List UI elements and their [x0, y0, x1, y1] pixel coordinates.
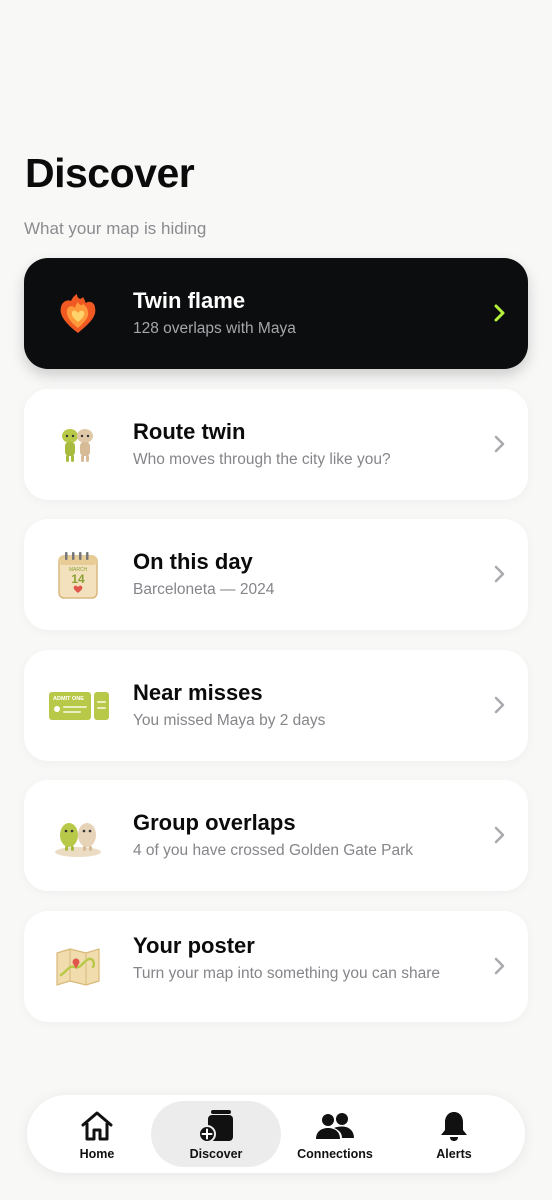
card-near-misses[interactable]: ADMIT ONE Near misses You missed Maya by… — [24, 650, 528, 761]
card-on-this-day[interactable]: MARCH 14 On this day Barceloneta — 2024 — [24, 519, 528, 630]
bottom-nav: Home Discover Connections Alerts — [27, 1095, 525, 1173]
nav-label: Alerts — [436, 1147, 472, 1161]
nav-label: Discover — [189, 1147, 243, 1161]
chevron-right-icon — [494, 696, 505, 714]
card-subtitle: Who moves through the city like you? — [133, 451, 391, 468]
page-title: Discover — [25, 150, 195, 196]
card-subtitle: 4 of you have crossed Golden Gate Park — [133, 842, 414, 859]
group-figures-icon — [50, 808, 106, 864]
heart-fire-icon — [50, 286, 106, 342]
card-twin-flame[interactable]: Twin flame 128 overlaps with Maya — [24, 258, 528, 369]
card-your-poster[interactable]: Your poster Turn your map into something… — [24, 911, 528, 1022]
card-subtitle: You missed Maya by 2 days — [133, 712, 326, 729]
card-title: Your poster — [133, 933, 255, 958]
chevron-right-icon — [494, 826, 505, 844]
svg-text:ADMIT ONE: ADMIT ONE — [53, 696, 84, 702]
chevron-right-icon — [494, 304, 505, 322]
ticket-icon: ADMIT ONE — [48, 678, 110, 734]
svg-text:14: 14 — [71, 572, 85, 586]
card-group-overlaps[interactable]: Group overlaps 4 of you have crossed Gol… — [24, 780, 528, 891]
bell-icon — [439, 1109, 469, 1143]
nav-label: Connections — [297, 1147, 373, 1161]
calendar-icon: MARCH 14 — [50, 547, 106, 603]
page-subtitle: What your map is hiding — [24, 219, 207, 238]
chevron-right-icon — [494, 565, 505, 583]
chevron-right-icon — [494, 435, 505, 453]
nav-label: Home — [79, 1147, 115, 1161]
people-icon — [315, 1109, 355, 1143]
chevron-right-icon — [494, 957, 505, 975]
nav-discover[interactable]: Discover — [151, 1101, 281, 1167]
home-icon — [80, 1109, 114, 1143]
nav-home[interactable]: Home — [32, 1101, 162, 1167]
nav-connections[interactable]: Connections — [270, 1101, 400, 1167]
card-title: On this day — [133, 549, 253, 574]
card-route-twin[interactable]: Route twin Who moves through the city li… — [24, 389, 528, 500]
nav-alerts[interactable]: Alerts — [389, 1101, 519, 1167]
card-title: Near misses — [133, 680, 263, 705]
card-title: Route twin — [133, 419, 246, 444]
twin-figures-icon — [50, 417, 106, 473]
card-subtitle: 128 overlaps with Maya — [133, 320, 296, 337]
card-title: Group overlaps — [133, 810, 296, 835]
card-title: Twin flame — [133, 288, 246, 313]
folded-map-icon — [50, 939, 106, 995]
card-subtitle: Turn your map into something you can sha… — [133, 965, 441, 982]
discover-cards-icon — [196, 1109, 236, 1143]
card-subtitle: Barceloneta — 2024 — [133, 581, 275, 598]
